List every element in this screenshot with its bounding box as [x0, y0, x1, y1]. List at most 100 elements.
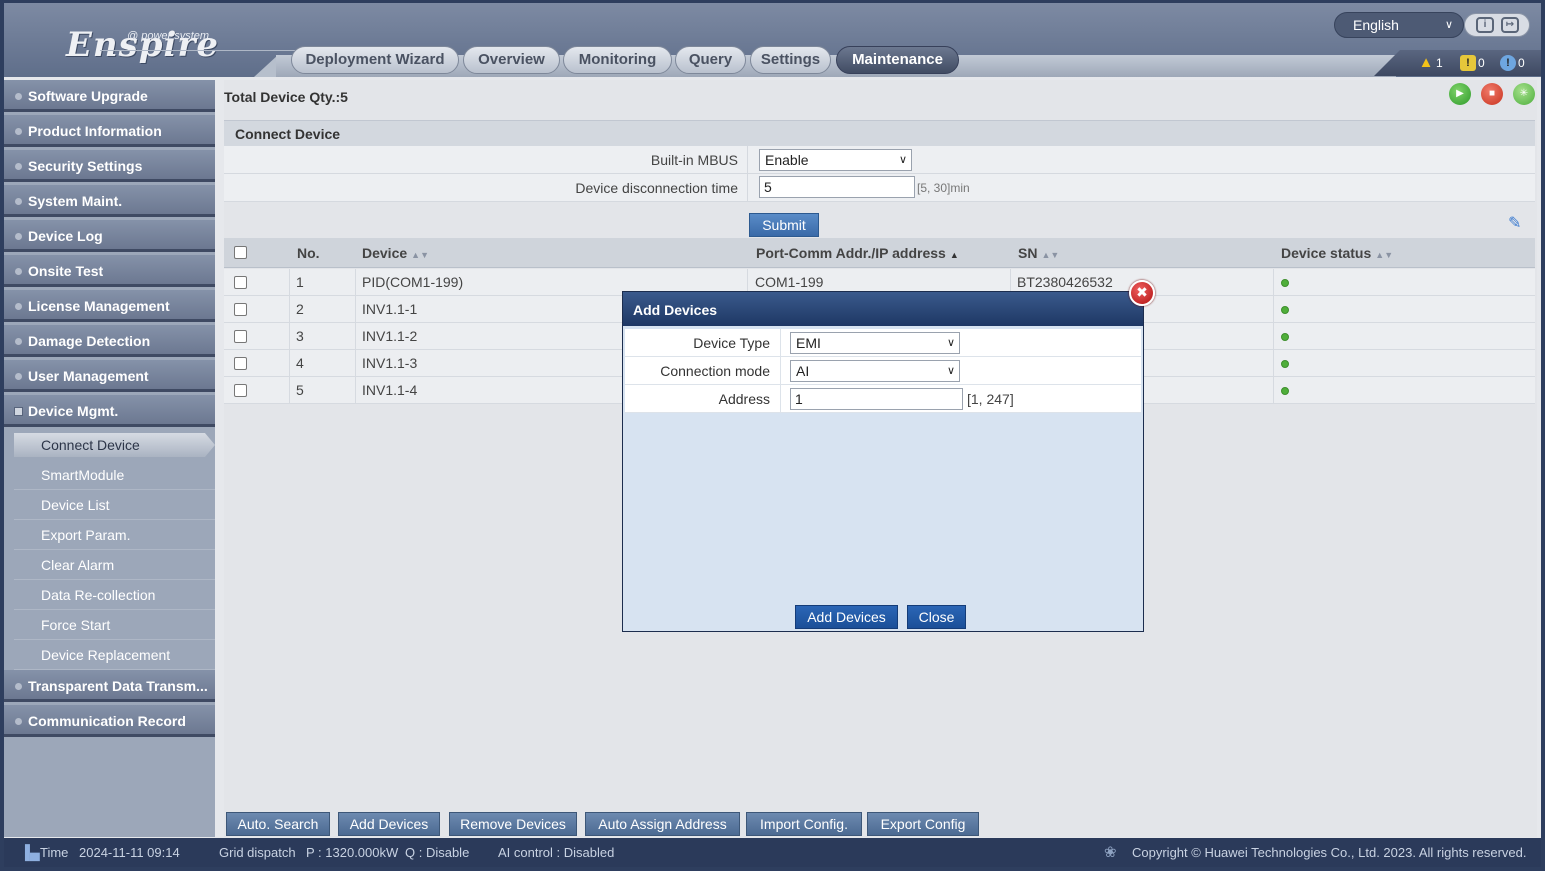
mbus-label: Built-in MBUS — [650, 152, 738, 168]
edit-icon[interactable]: ✎ — [1508, 213, 1521, 233]
minor-alarm[interactable]: ! 0 — [1460, 55, 1485, 71]
disconnect-label: Device disconnection time — [575, 180, 738, 196]
start-icon[interactable]: ▶ — [1449, 83, 1471, 105]
address-label: Address — [718, 391, 770, 407]
row-checkbox[interactable] — [234, 357, 247, 370]
total-device-qty: Total Device Qty.:5 — [224, 89, 348, 105]
chevron-down-icon: ∨ — [946, 337, 955, 349]
sidebar-item-device-mgmt[interactable]: Device Mgmt. — [4, 395, 215, 427]
row-checkbox[interactable] — [234, 276, 247, 289]
sidebar-subitem-device-list[interactable]: Device List — [14, 490, 215, 520]
close-button[interactable]: Close — [907, 605, 966, 629]
row-no: 4 — [296, 355, 304, 371]
collapse-icon — [14, 407, 23, 416]
row-no: 2 — [296, 301, 304, 317]
sidebar-subitem-device-replacement[interactable]: Device Replacement — [14, 640, 215, 670]
disconnect-row: Device disconnection time 5 [5, 30]min — [224, 174, 1535, 202]
bullet-icon — [15, 233, 22, 240]
row-checkbox[interactable] — [234, 303, 247, 316]
bullet-icon — [15, 338, 22, 345]
sidebar-item-software-upgrade[interactable]: Software Upgrade — [4, 80, 215, 112]
sidebar-item-security-settings[interactable]: Security Settings — [4, 150, 215, 182]
ai-control: AI control : Disabled — [498, 845, 615, 860]
info-icon[interactable]: i — [1476, 17, 1494, 33]
row-device: INV1.1-3 — [362, 355, 418, 371]
stop-icon[interactable]: ■ — [1481, 83, 1503, 105]
tab-monitoring[interactable]: Monitoring — [563, 46, 672, 74]
signal-icon: ▐▄ — [20, 844, 40, 860]
row-no: 5 — [296, 382, 304, 398]
bullet-icon — [15, 163, 22, 170]
major-alarm[interactable]: ▲ 1 — [1418, 55, 1443, 71]
q-value: Q : Disable — [405, 845, 470, 860]
language-select[interactable]: English ∨ — [1334, 12, 1464, 38]
sidebar-subitem-export-param[interactable]: Export Param. — [14, 520, 215, 550]
sidebar-subitem-force-start[interactable]: Force Start — [14, 610, 215, 640]
warning-alarm[interactable]: ! 0 — [1500, 55, 1525, 71]
export-config-button[interactable]: Export Config — [867, 812, 979, 836]
col-port[interactable]: Port-Comm Addr./IP address ▲ — [756, 238, 959, 270]
status-online-icon — [1281, 387, 1289, 395]
sidebar-item-system-maint[interactable]: System Maint. — [4, 185, 215, 217]
sidebar-subitem-clear-alarm[interactable]: Clear Alarm — [14, 550, 215, 580]
mbus-select[interactable]: Enable ∨ — [759, 149, 912, 171]
connection-mode-label: Connection mode — [660, 363, 770, 379]
tab-overview[interactable]: Overview — [463, 46, 560, 74]
select-all-checkbox[interactable] — [234, 246, 247, 259]
address-input[interactable]: 1 — [790, 388, 963, 410]
bottom-toolbar: Auto. Search Add Devices Remove Devices … — [224, 810, 1535, 837]
auto-assign-address-button[interactable]: Auto Assign Address — [585, 812, 740, 836]
row-checkbox[interactable] — [234, 330, 247, 343]
sidebar-item-device-log[interactable]: Device Log — [4, 220, 215, 252]
col-sn[interactable]: SN ▲▼ — [1018, 238, 1059, 270]
sidebar-subitem-connect-device[interactable]: Connect Device — [14, 433, 215, 457]
device-type-select[interactable]: EMI ∨ — [790, 332, 960, 354]
bullet-icon — [15, 373, 22, 380]
sidebar-item-transparent-data[interactable]: Transparent Data Transm... — [4, 670, 215, 702]
section-title: Connect Device — [224, 120, 1535, 146]
status-online-icon — [1281, 333, 1289, 341]
remove-devices-button[interactable]: Remove Devices — [449, 812, 577, 836]
row-no: 3 — [296, 328, 304, 344]
sidebar-item-communication-record[interactable]: Communication Record — [4, 705, 215, 737]
auto-search-button[interactable]: Auto. Search — [226, 812, 330, 836]
sidebar-item-damage-detection[interactable]: Damage Detection — [4, 325, 215, 357]
sort-icon: ▲▼ — [1375, 250, 1394, 260]
tab-settings[interactable]: Settings — [750, 46, 831, 74]
col-no: No. — [297, 245, 320, 261]
sidebar-item-user-management[interactable]: User Management — [4, 360, 215, 392]
chevron-down-icon: ∨ — [946, 365, 955, 377]
row-checkbox[interactable] — [234, 384, 247, 397]
tab-maintenance[interactable]: Maintenance — [836, 46, 959, 74]
grid-dispatch-label: Grid dispatch — [219, 845, 296, 860]
add-devices-button[interactable]: Add Devices — [338, 812, 440, 836]
connection-mode-row: Connection mode AI ∨ — [625, 357, 1141, 385]
language-value: English — [1353, 17, 1399, 33]
logout-icon[interactable]: ↦ — [1501, 17, 1519, 33]
tab-query[interactable]: Query — [675, 46, 746, 74]
row-device: PID(COM1-199) — [362, 274, 464, 290]
col-device-status[interactable]: Device status ▲▼ — [1281, 238, 1393, 270]
table-header: No. Device ▲▼ Port-Comm Addr./IP address ▲… — [224, 238, 1535, 268]
sort-asc-icon: ▲ — [949, 250, 959, 260]
sidebar-subitem-data-recollection[interactable]: Data Re-collection — [14, 580, 215, 610]
import-config-button[interactable]: Import Config. — [746, 812, 862, 836]
disconnect-time-input[interactable]: 5 — [759, 176, 915, 198]
add-devices-confirm-button[interactable]: Add Devices — [795, 605, 898, 629]
sidebar-item-product-information[interactable]: Product Information — [4, 115, 215, 147]
tab-deployment-wizard[interactable]: Deployment Wizard — [291, 46, 459, 74]
sidebar-item-license-management[interactable]: License Management — [4, 290, 215, 322]
close-icon[interactable]: ✖ — [1129, 280, 1155, 306]
sidebar-item-onsite-test[interactable]: Onsite Test — [4, 255, 215, 287]
alarm-summary: ▲ 1 ! 0 ! 0 — [1374, 50, 1541, 76]
sidebar-subitem-smartmodule[interactable]: SmartModule — [14, 460, 215, 490]
row-no: 1 — [296, 274, 304, 290]
bullet-icon — [15, 198, 22, 205]
reset-icon[interactable]: ✳ — [1513, 83, 1535, 105]
connection-mode-select[interactable]: AI ∨ — [790, 360, 960, 382]
mbus-row: Built-in MBUS Enable ∨ — [224, 146, 1535, 174]
bullet-icon — [15, 718, 22, 725]
submit-button[interactable]: Submit — [749, 213, 819, 237]
sidebar: Software Upgrade Product Information Sec… — [4, 80, 215, 837]
col-device[interactable]: Device ▲▼ — [362, 238, 429, 270]
